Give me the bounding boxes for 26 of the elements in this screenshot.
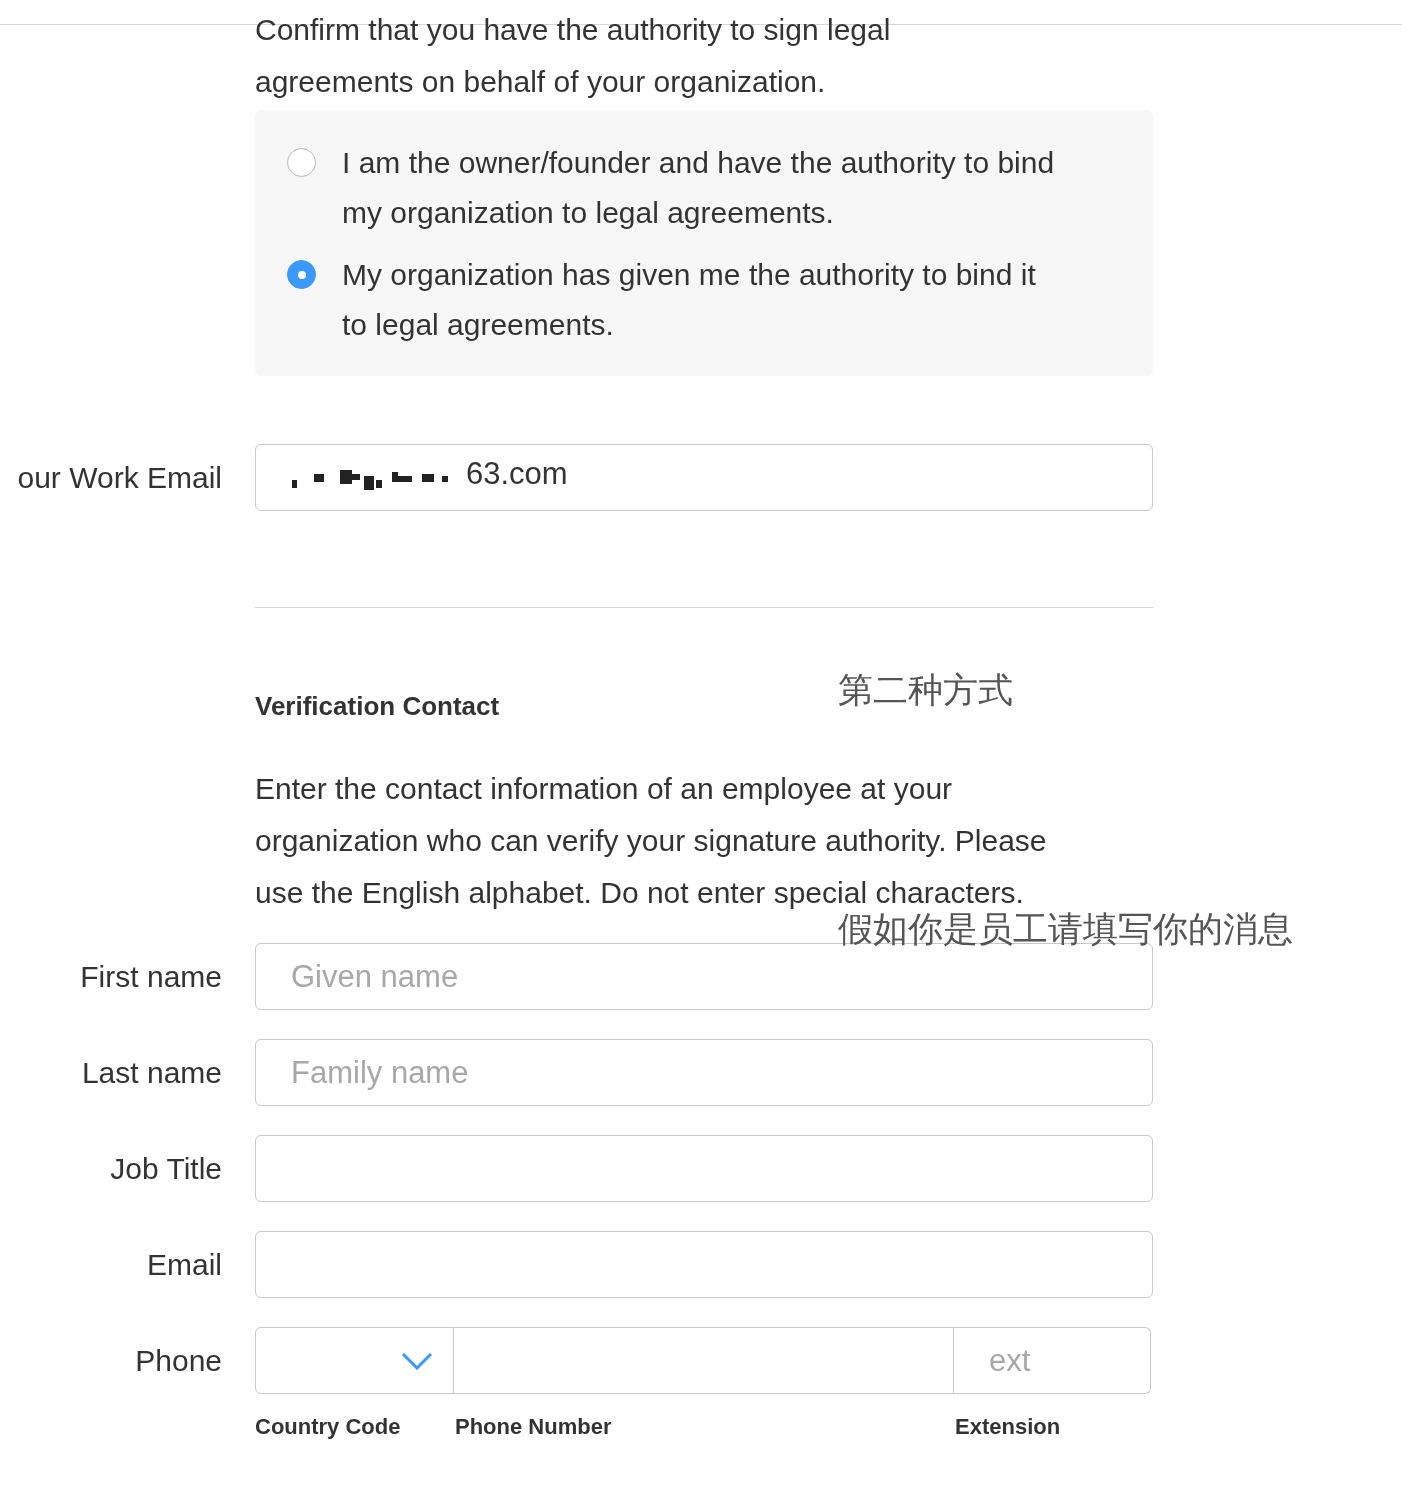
intro-text: Confirm that you have the authority to sign legal agreements on behalf of your organization.: [255, 12, 892, 100]
field-label: Last name: [81, 1056, 222, 1089]
radio-button[interactable]: [287, 260, 316, 289]
option-label: My organization has given me the authority to bind it to legal agreements.: [342, 257, 1037, 343]
section-heading: Verification Contact: [255, 690, 500, 723]
text-field[interactable]: [255, 1231, 1153, 1298]
phone-number-field[interactable]: [454, 1327, 954, 1394]
annotation-text: 第二种方式: [838, 669, 1013, 711]
email-value: 63.com: [466, 455, 568, 494]
text-field[interactable]: Family name: [255, 1039, 1153, 1106]
description-text: Enter the contact information of an employee at your organization who can verify your signature authority. Please use the English alphabet. Do not enter special characters.: [255, 771, 1048, 911]
field-caption: Phone Number: [455, 1414, 612, 1439]
field-label: our Work Email: [17, 461, 222, 494]
field-caption: Country Code: [255, 1414, 401, 1439]
extension-field[interactable]: ext: [954, 1327, 1151, 1394]
field-label: Email: [147, 1248, 222, 1281]
chevron-down-icon: [401, 1351, 433, 1370]
option-label: I am the owner/founder and have the authority to bind my organization to legal agreements.: [342, 145, 1056, 231]
field-label: First name: [80, 960, 222, 993]
email-field[interactable]: 63.com: [255, 444, 1153, 511]
field-label: Phone: [135, 1344, 222, 1377]
radio-button[interactable]: [287, 148, 316, 177]
country-code-select[interactable]: [255, 1327, 454, 1394]
text-field[interactable]: [255, 1135, 1153, 1202]
field-caption: Extension: [955, 1414, 1061, 1439]
field-label: Job Title: [110, 1152, 222, 1185]
